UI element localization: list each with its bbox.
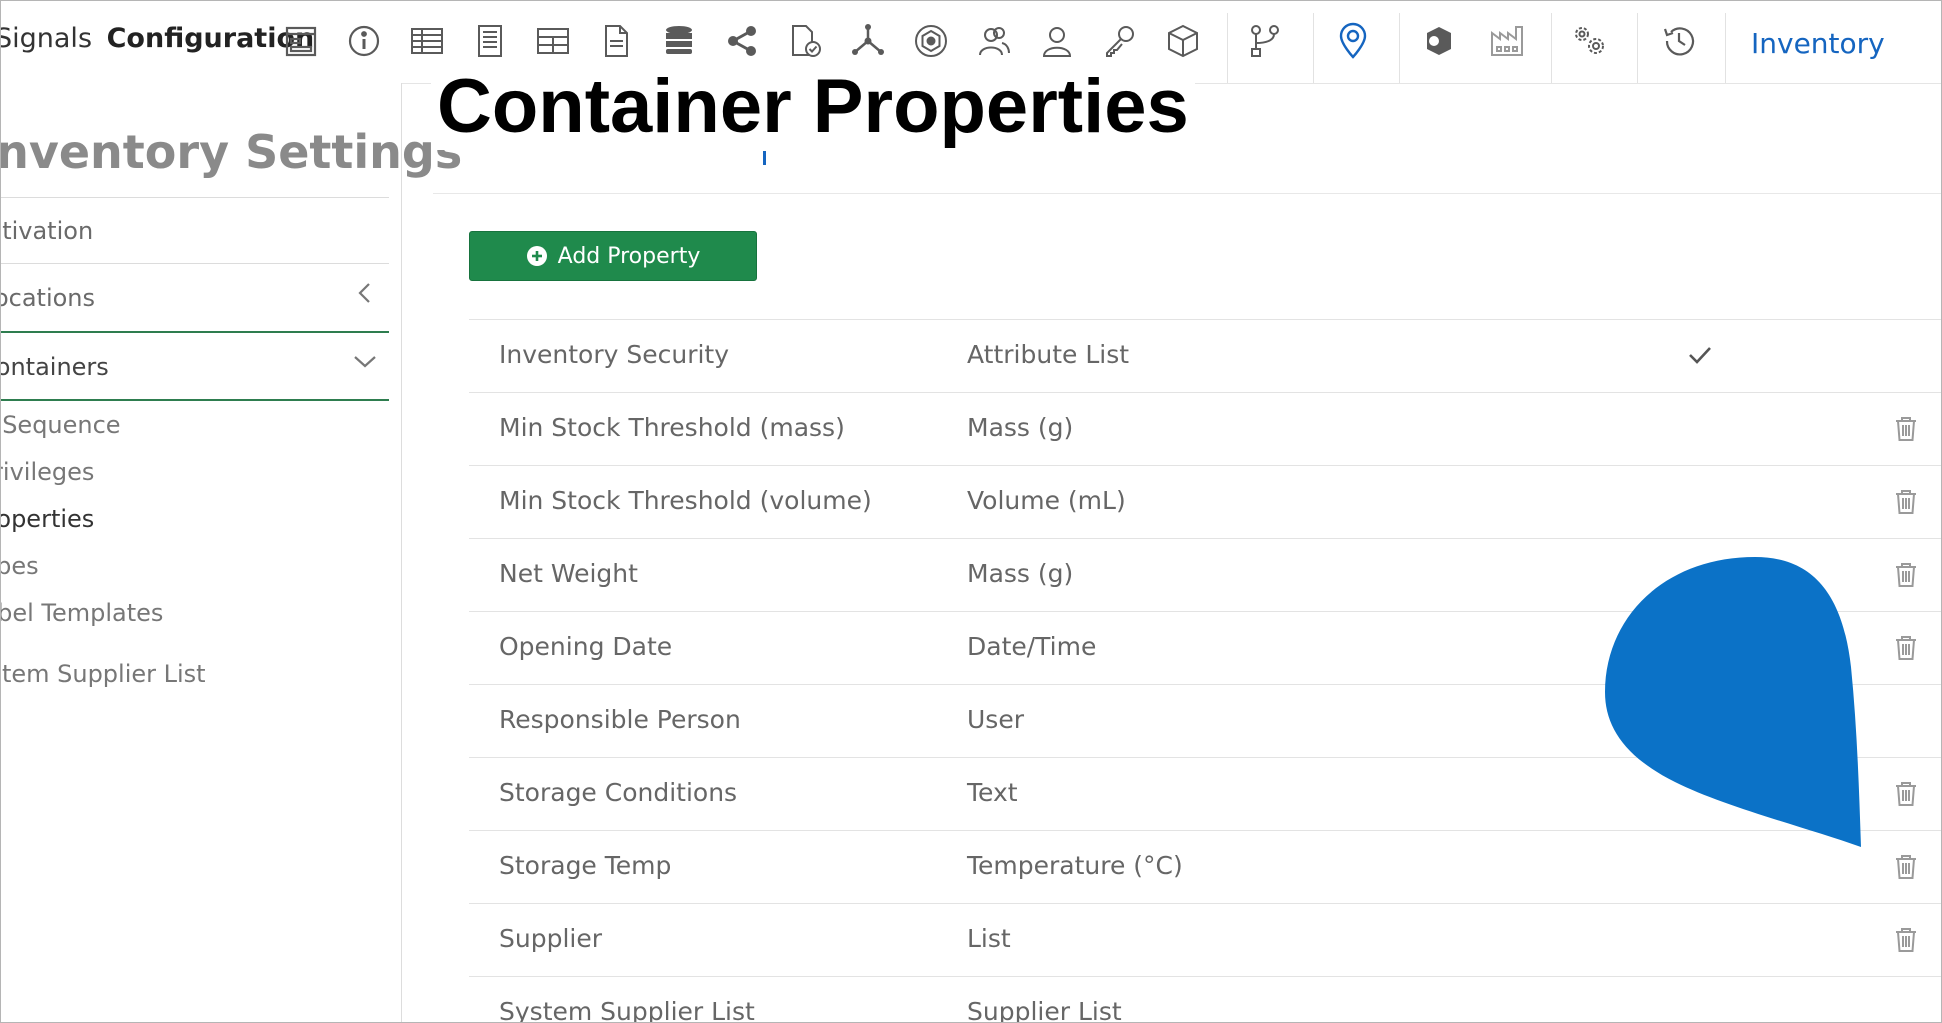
toolbar-separator <box>1725 13 1726 83</box>
sidebar-item-locations[interactable]: Locations <box>1 284 95 312</box>
key-icon[interactable] <box>1100 21 1140 61</box>
hexagon-icon[interactable] <box>911 21 951 61</box>
property-type: Attribute List <box>967 340 1130 369</box>
toolbar-separator <box>1227 13 1228 83</box>
sidebar-divider <box>1 197 389 198</box>
toolbar-separator <box>1399 13 1400 83</box>
shield-icon[interactable] <box>1419 21 1459 61</box>
factory-icon[interactable] <box>1487 21 1527 61</box>
toolbar-separator <box>1313 13 1314 83</box>
info-icon[interactable] <box>344 21 384 61</box>
property-name: Inventory Security <box>499 340 730 369</box>
property-name: Net Weight <box>499 559 638 588</box>
sidebar-item-activation[interactable]: Activation <box>1 217 93 245</box>
users-icon[interactable] <box>974 21 1014 61</box>
network-icon[interactable] <box>848 21 888 61</box>
trash-icon[interactable] <box>1891 632 1921 662</box>
sidebar-subitem-system-supplier-list[interactable]: System Supplier List <box>1 660 206 688</box>
property-type: List <box>967 924 1011 953</box>
property-type: Mass (g) <box>967 413 1074 442</box>
table-row[interactable]: Inventory Security Attribute List <box>469 319 1941 392</box>
notebook-icon[interactable] <box>470 21 510 61</box>
user-icon[interactable] <box>1037 21 1077 61</box>
trash-icon[interactable] <box>1891 486 1921 516</box>
property-name: System Supplier List <box>499 997 755 1023</box>
sidebar-subitem-id-sequence[interactable]: ID Sequence <box>1 411 121 439</box>
sidebar-active-indicator <box>1 331 389 333</box>
checkmark-icon <box>1685 340 1715 370</box>
table-row[interactable]: System Supplier List Supplier List <box>469 976 1941 1023</box>
plus-circle-icon <box>526 246 547 266</box>
app-window: Signals Configuration Inventory Inventor… <box>0 0 1942 1023</box>
add-property-label: Add Property <box>557 243 701 269</box>
sidebar-title: Inventory Settings <box>0 125 463 179</box>
sidebar-subitem-properties[interactable]: Properties <box>1 505 94 533</box>
document-check-icon[interactable] <box>785 21 825 61</box>
property-type: Temperature (°C) <box>967 851 1183 880</box>
trash-icon[interactable] <box>1891 778 1921 808</box>
property-name: Opening Date <box>499 632 673 661</box>
property-type: Supplier List <box>967 997 1122 1023</box>
sidebar-subitem-label-templates[interactable]: Label Templates <box>1 599 163 627</box>
property-type: Mass (g) <box>967 559 1074 588</box>
document-icon[interactable] <box>596 21 636 61</box>
app-brand: Signals Configuration <box>1 23 314 54</box>
cube-icon[interactable] <box>1163 21 1203 61</box>
database-icon[interactable] <box>659 21 699 61</box>
share-icon[interactable] <box>722 21 762 61</box>
content-divider <box>433 193 1941 194</box>
property-type: Volume (mL) <box>967 486 1126 515</box>
workflow-icon[interactable] <box>1245 21 1285 61</box>
location-pin-icon[interactable] <box>1333 21 1373 61</box>
property-name: Supplier <box>499 924 603 953</box>
trash-icon[interactable] <box>1891 851 1921 881</box>
overlay-blob-shape <box>1605 557 1861 847</box>
toolbar-separator <box>1551 13 1552 83</box>
table-row[interactable]: Min Stock Threshold (volume) Volume (mL) <box>469 465 1941 538</box>
chevron-down-icon[interactable] <box>351 347 379 375</box>
sidebar-divider <box>1 263 389 264</box>
property-name: Min Stock Threshold (volume) <box>499 486 872 515</box>
trash-icon[interactable] <box>1891 924 1921 954</box>
table-row[interactable]: Min Stock Threshold (mass) Mass (g) <box>469 392 1941 465</box>
sidebar-subitem-privileges[interactable]: Privileges <box>1 458 94 486</box>
property-name: Min Stock Threshold (mass) <box>499 413 845 442</box>
property-name: Storage Temp <box>499 851 672 880</box>
toolbar-separator <box>1637 13 1638 83</box>
property-name: Storage Conditions <box>499 778 738 807</box>
tab-indicator <box>763 151 766 165</box>
grid-icon[interactable] <box>533 21 573 61</box>
chevron-left-icon[interactable] <box>351 279 379 307</box>
sidebar-item-containers[interactable]: Containers <box>1 353 109 381</box>
trash-icon[interactable] <box>1891 559 1921 589</box>
settings-gears-icon[interactable] <box>1569 21 1609 61</box>
page-title: Container Properties <box>431 63 1195 150</box>
settings-sidebar: Inventory Settings Activation Locations … <box>1 83 462 1022</box>
property-type: User <box>967 705 1024 734</box>
history-icon[interactable] <box>1659 21 1699 61</box>
brand-light: Signals <box>0 23 93 54</box>
table-row[interactable]: Supplier List <box>469 903 1941 976</box>
property-type: Text <box>967 778 1018 807</box>
table-icon[interactable] <box>407 21 447 61</box>
inventory-nav-link[interactable]: Inventory <box>1751 27 1885 60</box>
property-name: Responsible Person <box>499 705 741 734</box>
add-property-button[interactable]: Add Property <box>469 231 757 281</box>
sidebar-active-indicator <box>1 399 389 401</box>
property-type: Date/Time <box>967 632 1097 661</box>
sidebar-subitem-types[interactable]: Types <box>1 552 39 580</box>
form-icon[interactable] <box>281 21 321 61</box>
trash-icon[interactable] <box>1891 413 1921 443</box>
